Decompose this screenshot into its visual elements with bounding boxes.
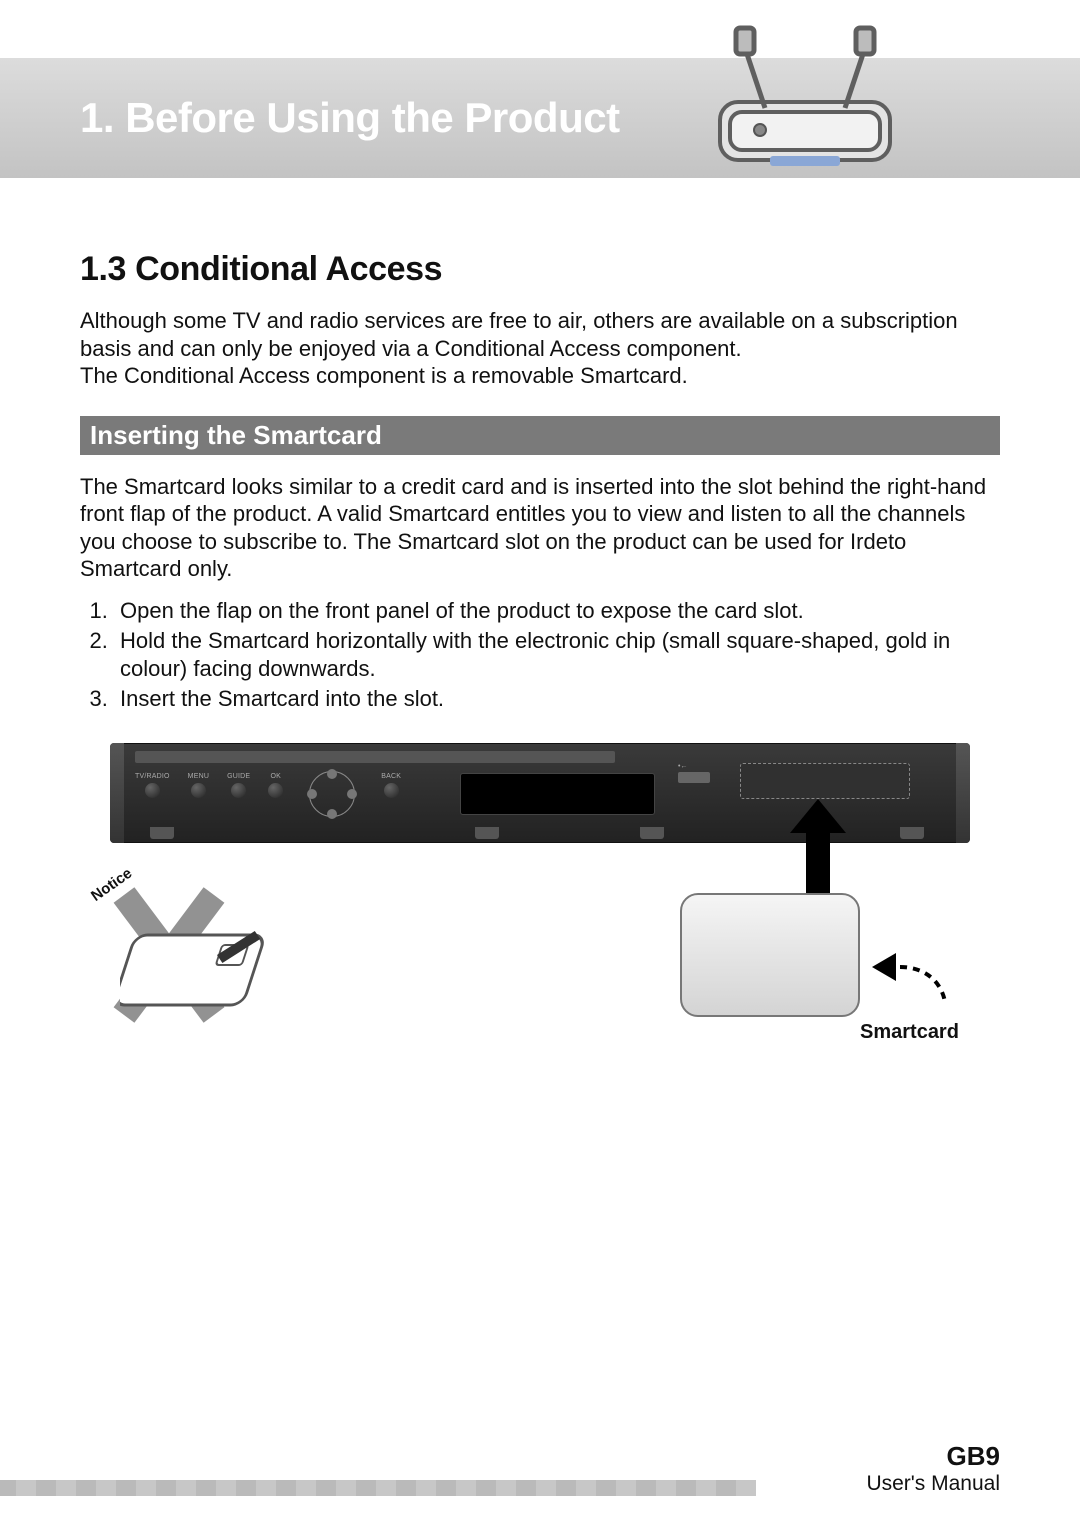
subsection-heading: Inserting the Smartcard (80, 416, 1000, 455)
device-foot-icon (640, 827, 664, 839)
device-illustration: TV/RADIO MENU GUIDE OK BACK •← (80, 743, 1000, 1073)
device-display-icon (460, 773, 655, 815)
device-button: GUIDE (227, 773, 250, 798)
device-foot-icon (475, 827, 499, 839)
device-usb-icon: •← (678, 763, 728, 793)
device-button: OK (268, 773, 283, 798)
intro-line-2: The Conditional Access component is a re… (80, 363, 688, 388)
device-end-left-icon (110, 743, 124, 843)
device-flap-icon (740, 763, 910, 799)
device-button: MENU (188, 773, 209, 798)
device-foot-icon (900, 827, 924, 839)
step-item: Open the flap on the front panel of the … (114, 597, 1000, 625)
device-dpad-icon (301, 773, 363, 817)
chapter-header: 1. Before Using the Product (0, 58, 1080, 178)
smartcard-arrow-icon (872, 953, 896, 981)
footer-stripe-icon (0, 1480, 756, 1496)
page-footer: GB9 User's Manual (0, 1441, 1080, 1496)
device-end-right-icon (956, 743, 970, 843)
smartcard-label: Smartcard (860, 1021, 959, 1044)
notice-illustration: Notice (90, 893, 290, 1063)
page-number: GB9 (0, 1441, 1000, 1472)
device-button-row: TV/RADIO MENU GUIDE OK BACK (135, 773, 401, 817)
step-item: Hold the Smartcard horizontally with the… (114, 627, 1000, 683)
smartcard-icon (680, 893, 860, 1017)
device-button: TV/RADIO (135, 773, 170, 798)
subsection-body: The Smartcard looks similar to a credit … (80, 473, 1000, 583)
intro-line-1: Although some TV and radio services are … (80, 308, 958, 361)
wrong-card-icon (120, 915, 280, 1015)
device-button-back: BACK (381, 773, 401, 798)
section-heading: 1.3 Conditional Access (80, 250, 1000, 289)
step-item: Insert the Smartcard into the slot. (114, 685, 1000, 713)
step-list: Open the flap on the front panel of the … (114, 597, 1000, 714)
page-content: 1.3 Conditional Access Although some TV … (80, 230, 1000, 1073)
chapter-title: 1. Before Using the Product (80, 94, 620, 142)
router-illustration-icon (710, 20, 900, 180)
section-intro: Although some TV and radio services are … (80, 307, 1000, 390)
device-foot-icon (150, 827, 174, 839)
device-panel-strip-icon (135, 751, 615, 763)
